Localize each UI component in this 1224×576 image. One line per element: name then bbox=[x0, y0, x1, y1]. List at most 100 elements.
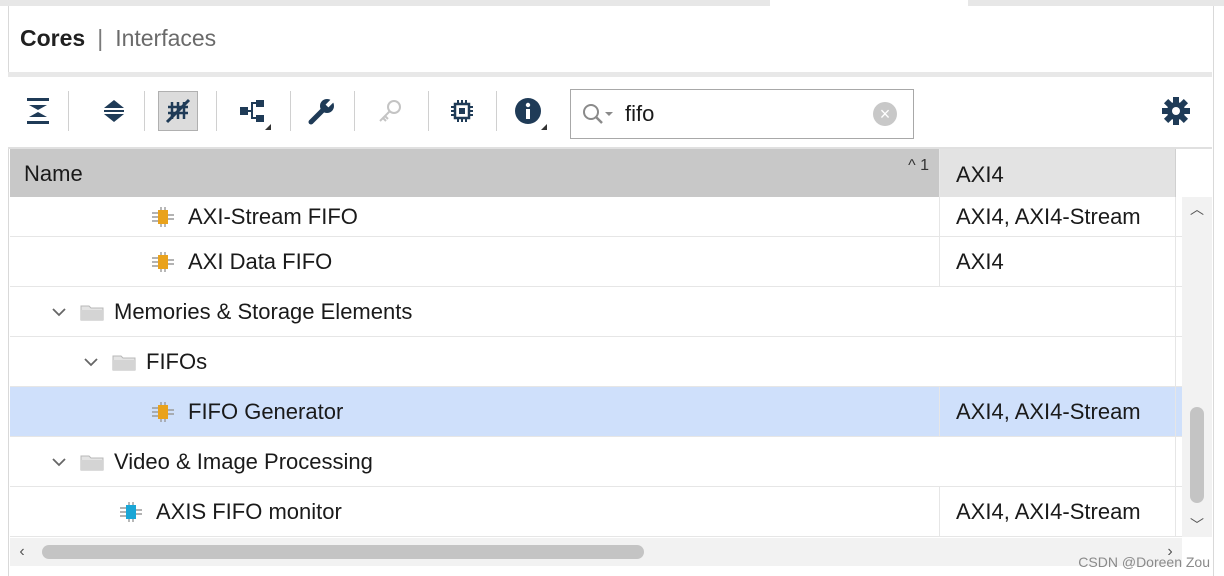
tree-item-label: AXIS FIFO monitor bbox=[156, 498, 342, 524]
toolbar-divider bbox=[68, 91, 69, 131]
vertical-scrollbar[interactable]: ︿ ﹀ bbox=[1182, 197, 1212, 537]
tab-cores[interactable]: Cores bbox=[20, 25, 85, 52]
details-button[interactable] bbox=[508, 91, 548, 131]
horizontal-scrollbar[interactable]: ‹ › bbox=[10, 538, 1182, 566]
tree-ip-row[interactable]: FIFO Generator AXI4, AXI4-Stream bbox=[10, 387, 1182, 437]
tree-ip-row[interactable]: AXI Data FIFO AXI4 bbox=[10, 237, 1182, 287]
name-cell: AXIS FIFO monitor bbox=[10, 487, 940, 536]
axi4-cell: AXI4, AXI4-Stream bbox=[940, 487, 1176, 536]
toolbar-divider bbox=[496, 91, 497, 131]
settings-button[interactable] bbox=[1158, 93, 1194, 129]
tree-folder-row[interactable]: FIFOs bbox=[10, 337, 1182, 387]
ip-core-icon bbox=[150, 251, 176, 272]
toolbar-divider bbox=[290, 91, 291, 131]
expand-all-icon bbox=[104, 100, 124, 122]
tree-item-label: AXI Data FIFO bbox=[188, 248, 333, 274]
search-box[interactable]: × bbox=[570, 89, 914, 139]
tree-ip-row[interactable]: AXIS FIFO monitor AXI4, AXI4-Stream bbox=[10, 487, 1182, 537]
folder-icon bbox=[80, 452, 104, 472]
scroll-down-icon[interactable]: ﹀ bbox=[1182, 513, 1212, 537]
gear-icon bbox=[1162, 97, 1190, 125]
table-header: Name ^ 1 AXI4 bbox=[10, 149, 1182, 197]
ip-core-icon bbox=[150, 401, 176, 422]
expand-chevron-icon[interactable] bbox=[48, 457, 70, 467]
column-header-name[interactable]: Name ^ 1 bbox=[10, 149, 940, 197]
axi4-cell: AXI4 bbox=[940, 237, 1176, 286]
expand-chevron-icon[interactable] bbox=[80, 357, 102, 367]
axi4-cell-value: AXI4, AXI4-Stream bbox=[956, 498, 1141, 524]
tab-separator: | bbox=[97, 24, 104, 51]
name-cell: Video & Image Processing bbox=[10, 437, 940, 486]
tree-item-label: Video & Image Processing bbox=[114, 448, 373, 474]
toolbar-divider bbox=[354, 91, 355, 131]
hide-unsupported-button[interactable] bbox=[158, 91, 198, 131]
search-input[interactable] bbox=[625, 99, 875, 129]
tree-item: AXIS FIFO monitor bbox=[118, 499, 342, 525]
folder-icon bbox=[80, 302, 104, 322]
device-button[interactable] bbox=[442, 91, 482, 131]
customize-ip-button[interactable] bbox=[302, 91, 342, 131]
watermark: CSDN @Doreen Zou bbox=[1078, 554, 1210, 570]
scroll-left-icon[interactable]: ‹ bbox=[10, 538, 34, 566]
search-icon bbox=[581, 102, 615, 131]
hierarchy-icon bbox=[240, 100, 264, 122]
hierarchy-button[interactable] bbox=[232, 91, 272, 131]
expand-all-button[interactable] bbox=[94, 91, 134, 131]
axi4-cell bbox=[940, 437, 1176, 486]
customize-wrench-icon bbox=[308, 97, 336, 125]
name-cell: FIFO Generator bbox=[10, 387, 940, 436]
tree-item: FIFO Generator bbox=[150, 399, 343, 425]
column-header-name-label: Name bbox=[24, 161, 83, 186]
toolbar: × bbox=[8, 77, 1212, 147]
collapse-all-icon bbox=[27, 98, 49, 124]
ip-core-icon bbox=[118, 501, 144, 522]
name-cell: Memories & Storage Elements bbox=[10, 287, 940, 336]
table-body: AXI-Stream FIFO AXI4, AXI4-Stream AXI Data… bbox=[10, 197, 1182, 537]
axi4-cell-value: AXI4, AXI4-Stream bbox=[956, 203, 1141, 229]
scroll-up-icon[interactable]: ︿ bbox=[1182, 197, 1212, 221]
name-cell: AXI Data FIFO bbox=[10, 237, 940, 286]
tree-item: AXI-Stream FIFO bbox=[150, 204, 358, 230]
chip-icon bbox=[451, 100, 473, 122]
tree-item: Memories & Storage Elements bbox=[48, 299, 412, 325]
key-icon bbox=[379, 100, 401, 122]
license-key-button[interactable] bbox=[370, 91, 410, 131]
info-icon bbox=[515, 98, 541, 124]
axi4-cell bbox=[940, 287, 1176, 336]
tree-item-label: FIFOs bbox=[146, 348, 208, 374]
clear-search-icon[interactable]: × bbox=[873, 102, 897, 126]
toolbar-divider bbox=[216, 91, 217, 131]
tree-folder-row[interactable]: Memories & Storage Elements bbox=[10, 287, 1182, 337]
tree-folder-row[interactable]: Video & Image Processing bbox=[10, 437, 1182, 487]
ip-tree-table: Name ^ 1 AXI4 AXI-Stream FIFO AXI4, AXI4-… bbox=[10, 149, 1182, 537]
column-header-axi4-label: AXI4 bbox=[956, 162, 1004, 187]
tree-item: AXI Data FIFO bbox=[150, 249, 332, 275]
vertical-scroll-thumb[interactable] bbox=[1190, 407, 1204, 503]
tree-item-label: Memories & Storage Elements bbox=[114, 298, 413, 324]
name-cell: FIFOs bbox=[10, 337, 940, 386]
toolbar-divider bbox=[144, 91, 145, 131]
name-cell: AXI-Stream FIFO bbox=[10, 197, 940, 236]
view-tabs: Cores | Interfaces bbox=[20, 24, 216, 52]
axi4-cell: AXI4, AXI4-Stream bbox=[940, 197, 1176, 236]
axi4-cell-value: AXI4 bbox=[956, 248, 1004, 274]
column-header-axi4[interactable]: AXI4 bbox=[940, 149, 1176, 197]
tree-ip-row[interactable]: AXI-Stream FIFO AXI4, AXI4-Stream bbox=[10, 197, 1182, 237]
dropdown-corner-icon bbox=[265, 124, 271, 130]
ip-core-icon bbox=[150, 206, 176, 227]
axi4-cell bbox=[940, 337, 1176, 386]
collapse-all-button[interactable] bbox=[18, 91, 58, 131]
hide-unsupported-icon bbox=[165, 98, 191, 124]
horizontal-scroll-thumb[interactable] bbox=[42, 545, 644, 559]
toolbar-divider bbox=[428, 91, 429, 131]
tab-interfaces[interactable]: Interfaces bbox=[115, 25, 216, 52]
tree-item-label: AXI-Stream FIFO bbox=[188, 203, 358, 229]
axi4-cell: AXI4, AXI4-Stream bbox=[940, 387, 1176, 436]
tree-item: Video & Image Processing bbox=[48, 449, 373, 475]
expand-chevron-icon[interactable] bbox=[48, 307, 70, 317]
axi4-cell-value: AXI4, AXI4-Stream bbox=[956, 398, 1141, 424]
tree-item-label: FIFO Generator bbox=[188, 398, 344, 424]
sort-indicator: ^ 1 bbox=[908, 157, 929, 174]
folder-icon bbox=[112, 352, 136, 372]
tree-item: FIFOs bbox=[80, 349, 207, 375]
